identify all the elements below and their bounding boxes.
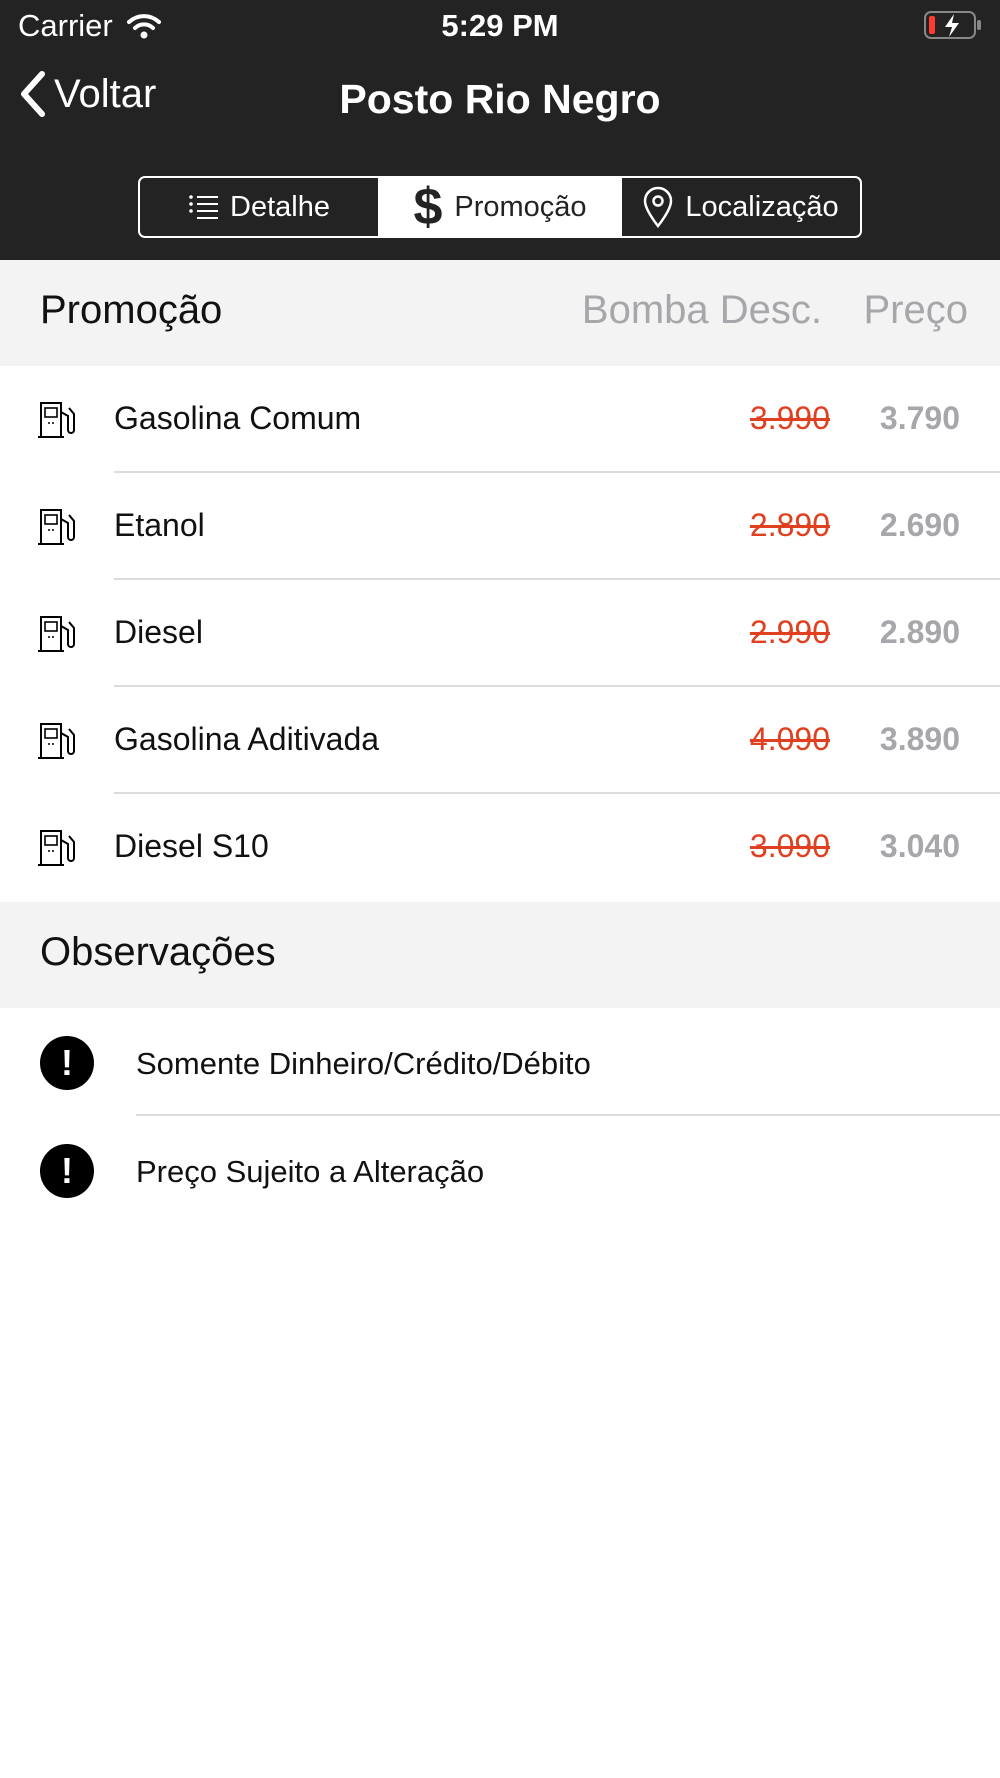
fuel-new-price: 3.040 — [879, 828, 960, 864]
tab-promocao-label: Promoção — [454, 190, 587, 223]
promocao-title: Promoção — [40, 288, 223, 332]
fuel-old-price: 3.090 — [749, 828, 830, 864]
fuel-pump-icon — [38, 402, 75, 438]
fuel-old-price: 4.090 — [749, 721, 830, 757]
fuel-name: Diesel — [114, 614, 203, 650]
fuel-old-price: 2.990 — [749, 614, 830, 650]
observation-text: Somente Dinheiro/Crédito/Débito — [136, 1046, 591, 1081]
observation-row[interactable]: ! Preço Sujeito a Alteração — [0, 1116, 1000, 1224]
exclamation-circle-icon: ! — [40, 1036, 94, 1090]
tab-localizacao-label: Localização — [685, 190, 839, 223]
fuel-price-list: Gasolina Comum 3.990 3.790 Etanol 2.890 … — [0, 366, 1000, 901]
fuel-row[interactable]: Etanol 2.890 2.690 — [0, 473, 1000, 580]
fuel-new-price: 3.790 — [879, 400, 960, 436]
tab-detalhe-label: Detalhe — [230, 190, 330, 223]
fuel-pump-icon — [38, 830, 75, 866]
app-header: Carrier 5:29 PM Voltar Posto Rio Negro D… — [0, 0, 1000, 260]
fuel-row[interactable]: Gasolina Comum 3.990 3.790 — [0, 366, 1000, 473]
fuel-pump-icon — [38, 509, 75, 545]
exclamation-circle-icon: ! — [40, 1144, 94, 1198]
segmented-control: Detalhe $ Promoção Localização — [138, 176, 862, 238]
observations-list: ! Somente Dinheiro/Crédito/Débito ! Preç… — [0, 1008, 1000, 1224]
fuel-new-price: 2.890 — [879, 614, 960, 650]
status-time: 5:29 PM — [441, 8, 559, 43]
observacoes-section-header: Observações — [0, 902, 1000, 1008]
observacoes-title: Observações — [40, 930, 276, 974]
fuel-old-price: 2.890 — [749, 507, 830, 543]
map-pin-icon — [644, 186, 673, 228]
tab-detalhe[interactable]: Detalhe — [140, 178, 378, 236]
column-header-preco: Preço — [863, 288, 969, 332]
fuel-old-price: 3.990 — [749, 400, 830, 436]
battery-charging-icon — [924, 11, 981, 39]
fuel-row[interactable]: Gasolina Aditivada 4.090 3.890 — [0, 687, 1000, 794]
fuel-name: Gasolina Comum — [114, 400, 362, 436]
fuel-name: Gasolina Aditivada — [114, 721, 380, 757]
column-header-bomba-desc: Bomba Desc. — [581, 288, 822, 332]
list-icon — [189, 195, 219, 219]
page-title: Posto Rio Negro — [339, 76, 661, 122]
observation-text: Preço Sujeito a Alteração — [136, 1154, 485, 1189]
fuel-name: Etanol — [114, 507, 205, 543]
fuel-row[interactable]: Diesel 2.990 2.890 — [0, 580, 1000, 687]
fuel-name: Diesel S10 — [114, 828, 269, 864]
fuel-row[interactable]: Diesel S10 3.090 3.040 — [0, 794, 1000, 901]
tab-localizacao[interactable]: Localização — [620, 178, 860, 236]
fuel-pump-icon — [38, 616, 75, 652]
dollar-icon: $ — [413, 178, 443, 236]
fuel-new-price: 3.890 — [879, 721, 960, 757]
tab-promocao[interactable]: $ Promoção — [378, 178, 620, 236]
promocao-section-header: Promoção Bomba Desc. Preço — [0, 260, 1000, 366]
fuel-pump-icon — [38, 723, 75, 759]
fuel-new-price: 2.690 — [879, 507, 960, 543]
observation-row[interactable]: ! Somente Dinheiro/Crédito/Débito — [0, 1008, 1000, 1116]
